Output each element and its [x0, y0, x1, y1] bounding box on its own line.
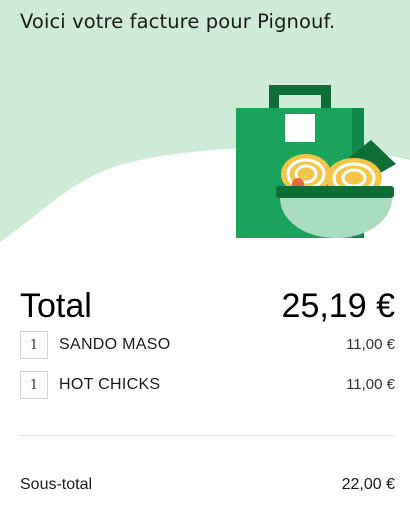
subtotal-label: Sous-total: [20, 476, 93, 493]
receipt-header: Voici votre facture pour Pignouf.: [0, 0, 410, 242]
page-title: Voici votre facture pour Pignouf.: [20, 10, 336, 33]
divider: [20, 435, 395, 436]
subtotal-amount: 22,00 €: [341, 476, 395, 493]
total-label: Total: [20, 287, 92, 325]
item-price: 11,00 €: [346, 336, 395, 353]
item-name: SANDO MASO: [59, 336, 171, 353]
total-amount: 25,19 €: [281, 287, 395, 325]
item-name: HOT CHICKS: [59, 376, 161, 393]
item-quantity: 1: [20, 331, 48, 359]
line-item: 1 HOT CHICKS 11,00 €: [20, 371, 395, 399]
total-row: Total 25,19 €: [20, 284, 395, 328]
line-item: 1 SANDO MASO 11,00 €: [20, 331, 395, 359]
item-price: 11,00 €: [346, 376, 395, 393]
item-quantity: 1: [20, 371, 48, 399]
shopping-bag-icon: [236, 85, 396, 238]
subtotal-row: Sous-total 22,00 €: [20, 474, 395, 496]
